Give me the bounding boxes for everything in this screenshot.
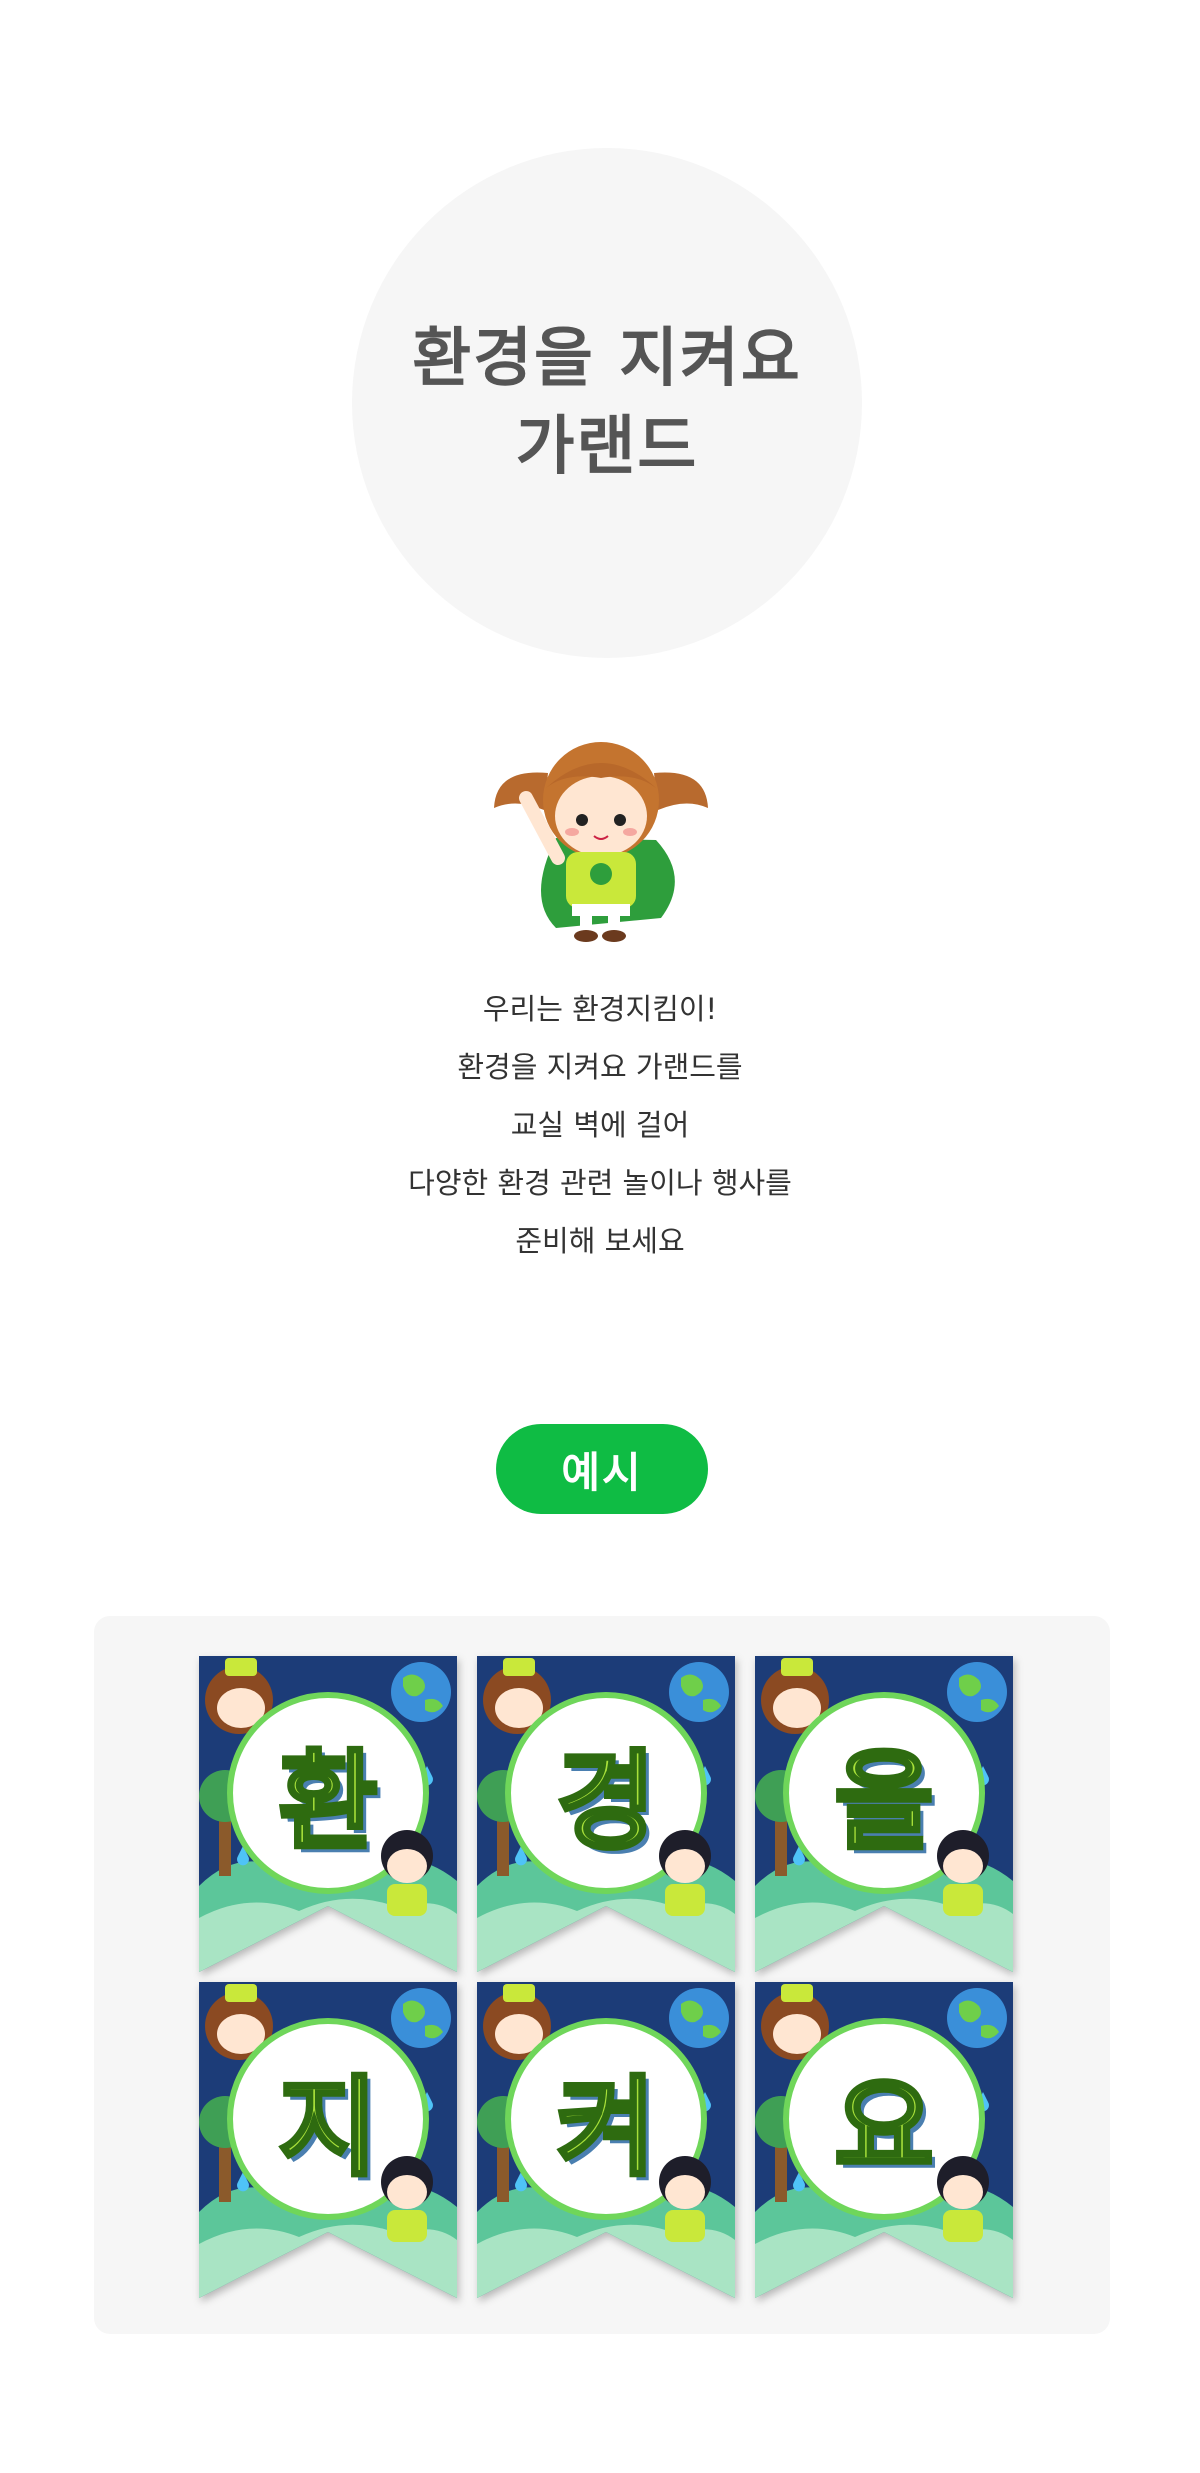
page-title-line-1: 환경을 지켜요 [412, 322, 802, 396]
garland-flag: 켜 [477, 1982, 735, 2298]
garland-example-gallery: 환 경 을 지 켜 요 [94, 1616, 1110, 2334]
description-line: 준비해 보세요 [515, 1224, 685, 1258]
eco-girl-mascot-icon [494, 742, 708, 942]
garland-flag-letter: 지 [276, 2064, 379, 2193]
garland-flag: 을 [755, 1656, 1013, 1972]
garland-flag-letter: 켜 [554, 2064, 657, 2193]
description: 우리는 환경지킴이! 환경을 지켜요 가랜드를 교실 벽에 걸어 다양한 환경 … [300, 980, 900, 1270]
description-line: 교실 벽에 걸어 [510, 1108, 690, 1142]
example-label: 예시 [561, 1447, 643, 1497]
garland-flag-letter: 요 [832, 2064, 935, 2193]
description-line: 우리는 환경지킴이! [482, 992, 718, 1026]
garland-flag: 지 [199, 1982, 457, 2298]
description-line: 다양한 환경 관련 놀이나 행사를 [408, 1166, 792, 1200]
garland-flag: 환 [199, 1656, 457, 1972]
description-line: 환경을 지켜요 가랜드를 [457, 1050, 743, 1084]
garland-flag-letter: 을 [832, 1738, 935, 1867]
garland-flag-letter: 경 [554, 1738, 657, 1867]
example-badge: 예시 [496, 1424, 708, 1514]
garland-flag: 경 [477, 1656, 735, 1972]
page-title-line-2: 가랜드 [515, 410, 699, 484]
garland-flag-letter: 환 [276, 1738, 379, 1867]
title-badge: 환경을 지켜요 가랜드 [352, 148, 862, 658]
garland-flag: 요 [755, 1982, 1013, 2298]
